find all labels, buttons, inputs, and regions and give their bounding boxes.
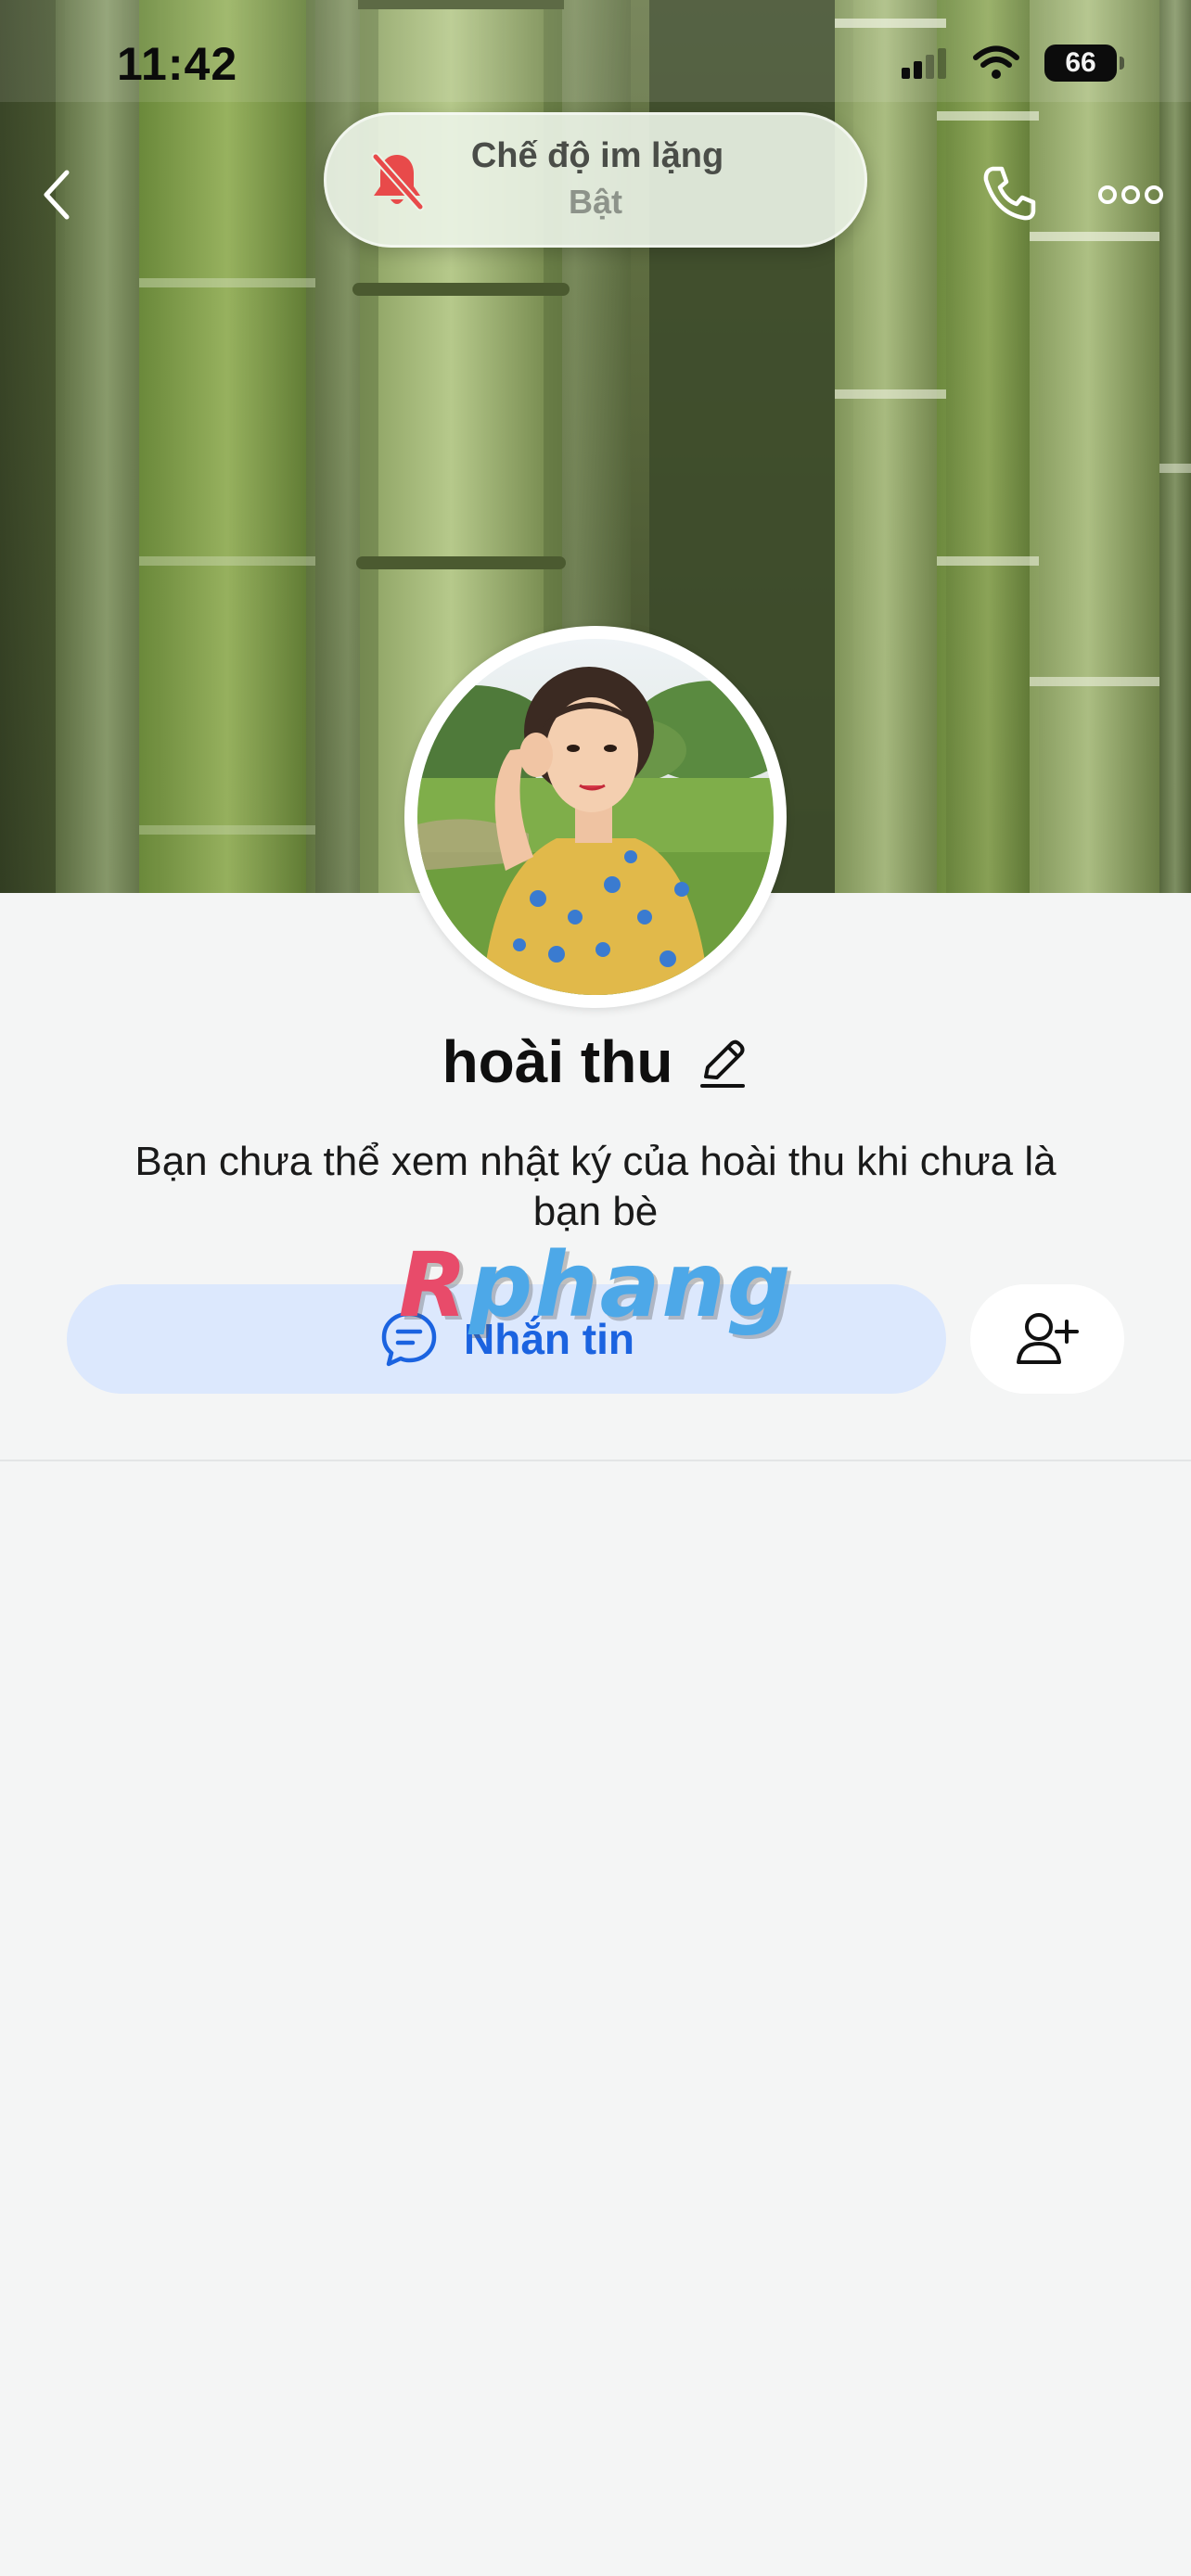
profile-name: hoài thu [442,1028,673,1095]
diary-restriction-notice: Bạn chưa thể xem nhật ký của hoài thu kh… [134,1139,1057,1234]
profile-avatar[interactable] [404,626,787,1008]
back-button[interactable] [28,158,87,232]
more-options-button[interactable] [1091,167,1171,223]
call-button[interactable] [974,158,1044,228]
silent-mode-title: Chế độ im lặng [470,136,724,175]
signal-icon [902,48,946,79]
send-message-button[interactable]: Nhắn tin [67,1284,946,1394]
send-message-label: Nhắn tin [464,1315,634,1363]
status-time: 11:42 [117,38,238,90]
avatar-photo [417,639,774,995]
add-user-icon [1017,1313,1079,1364]
battery-level: 66 [1065,47,1096,78]
add-friend-button[interactable] [970,1284,1124,1394]
empty-content-area [0,1461,1191,2576]
silent-mode-state: Bật [568,183,622,221]
more-horizontal-icon [1098,185,1163,204]
phone-icon [983,166,1036,221]
profile-name-row: hoài thu [0,1027,1191,1096]
edit-pencil-icon[interactable] [697,1036,749,1091]
profile-screen: 11:42 66 Chế độ im lặng Bật hoài thu Bạn… [0,0,1191,2576]
wifi-icon [973,45,1019,79]
person-photo-image [417,639,774,995]
chat-bubble-icon [381,1311,437,1367]
chevron-left-icon [44,170,70,220]
status-icons: 66 [900,45,1124,82]
silent-mode-toast[interactable]: Chế độ im lặng Bật [324,112,867,248]
battery-indicator: 66 [1044,45,1124,82]
